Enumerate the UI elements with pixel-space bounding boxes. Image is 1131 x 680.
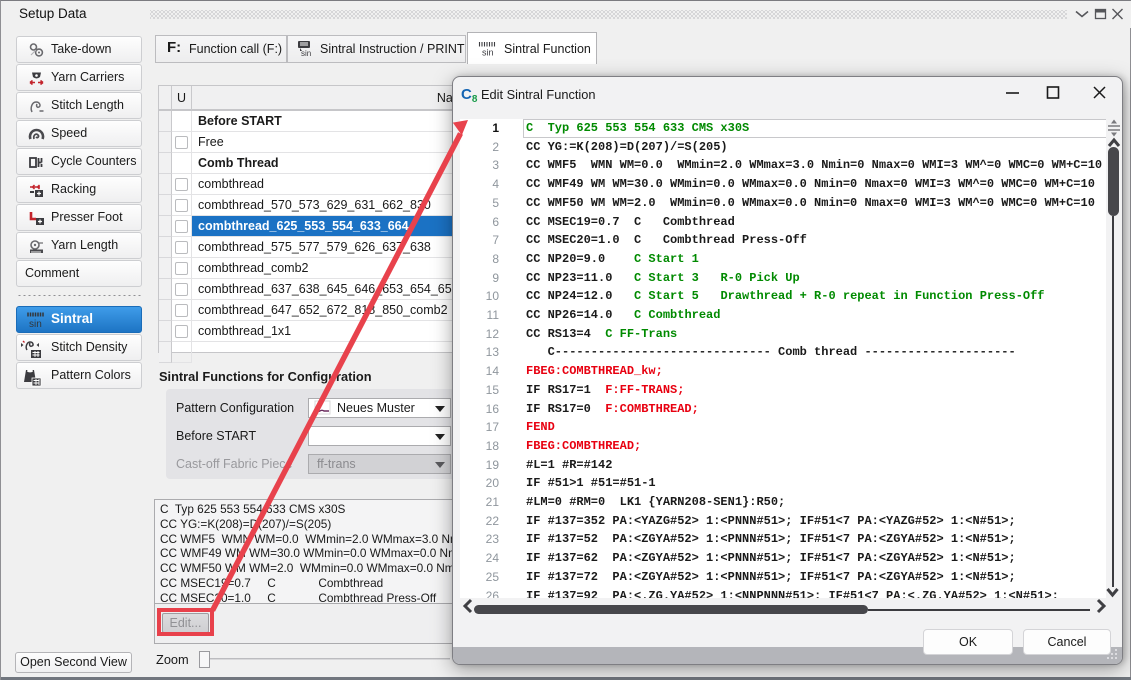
svg-text:sin: sin: [482, 48, 494, 58]
svg-text:sin: sin: [29, 319, 42, 329]
svg-text:sin: sin: [301, 49, 311, 58]
